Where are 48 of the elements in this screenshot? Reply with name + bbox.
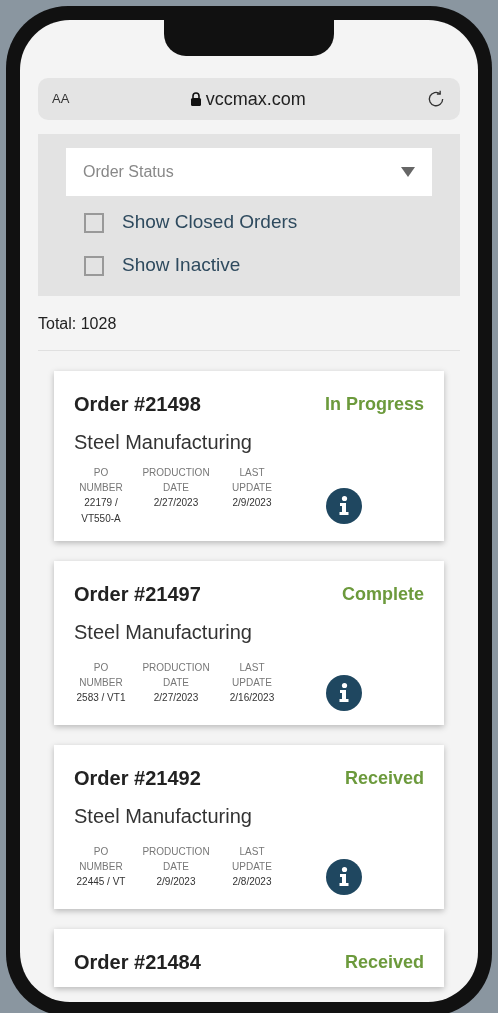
order-status: In Progress: [324, 392, 424, 416]
order-card[interactable]: Order #21497 Complete Steel Manufacturing PO NUMBER 2583 / VT1 PRODUCTION DATE 2/27/2023 LAST UPDATE 2/16/2023: [54, 561, 444, 725]
order-number: Order #21484: [74, 950, 201, 975]
text-size-button[interactable]: AA: [52, 89, 70, 109]
column-value: 2/16/2023: [229, 691, 275, 705]
checkbox-label: Show Inactive: [122, 253, 241, 278]
info-icon[interactable]: [326, 675, 362, 711]
lock-icon: [189, 92, 202, 106]
column-value: 2/9/2023: [232, 496, 272, 510]
caret-icon: [401, 167, 415, 177]
column-value: 2583 / VT1: [76, 691, 126, 705]
order-card[interactable]: Order #21498 In Progress Steel Manufacturing PO NUMBER 22179 / VT550-A PRODUCTION DATE 2/27/2023 LAST UPDATE 2/9/2023: [54, 371, 444, 541]
customer-name: Steel Manufacturing: [74, 804, 253, 829]
order-number: Order #21498: [74, 392, 201, 417]
order-card[interactable]: Order #21492 Received Steel Manufacturing PO NUMBER 22445 / VT PRODUCTION DATE 2/9/2023 LAST UPDATE 2/8/2023: [54, 745, 444, 909]
order-number: Order #21492: [74, 766, 201, 791]
column-label: LAST UPDATE: [231, 466, 273, 495]
column-value: 22445 / VT: [76, 875, 126, 889]
customer-name: Steel Manufacturing: [74, 430, 253, 455]
column-label: PRODUCTION DATE: [141, 845, 211, 874]
checkbox[interactable]: [84, 255, 104, 276]
column-value: 22179 / VT550-A: [80, 496, 122, 526]
order-status: Received: [344, 950, 424, 974]
info-icon[interactable]: [326, 859, 362, 895]
customer-name: Steel Manufacturing: [74, 620, 253, 645]
info-icon[interactable]: [326, 488, 362, 524]
checkbox-label: Show Closed Orders: [122, 210, 298, 235]
dropdown-placeholder: Order Status: [83, 162, 174, 182]
column-label: LAST UPDATE: [231, 661, 273, 690]
column-value: 2/8/2023: [232, 875, 272, 889]
column-label: PO NUMBER: [78, 661, 124, 690]
order-card[interactable]: Order #21484 Received: [54, 929, 444, 987]
column-value: 2/27/2023: [153, 691, 199, 705]
column-label: PRODUCTION DATE: [141, 466, 211, 495]
order-status-dropdown[interactable]: Order Status: [66, 148, 432, 196]
reload-icon[interactable]: [426, 89, 446, 109]
column-label: PO NUMBER: [78, 466, 124, 495]
total-count: Total: 1028: [38, 312, 460, 351]
order-status: Complete: [342, 582, 424, 606]
column-label: PO NUMBER: [78, 845, 124, 874]
checkbox[interactable]: [84, 212, 104, 233]
order-number: Order #21497: [74, 582, 201, 607]
column-label: PRODUCTION DATE: [141, 661, 211, 690]
url-text[interactable]: vccmax.com: [205, 85, 306, 113]
column-label: LAST UPDATE: [231, 845, 273, 874]
column-value: 2/27/2023: [153, 496, 199, 510]
order-status: Received: [344, 766, 424, 790]
column-value: 2/9/2023: [156, 875, 196, 889]
